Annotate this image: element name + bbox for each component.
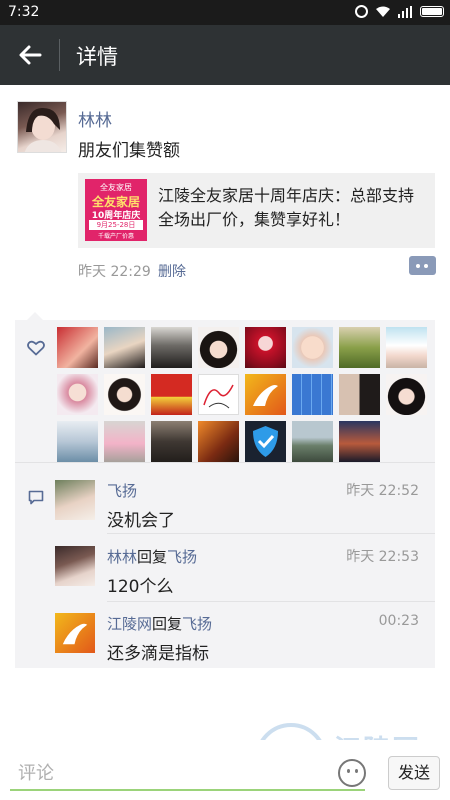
comment-author-line: 飞扬 xyxy=(107,480,137,501)
commenter-avatar[interactable] xyxy=(55,480,95,520)
signal-icon xyxy=(398,5,412,18)
liker-avatar[interactable] xyxy=(245,327,286,368)
liker-avatar[interactable] xyxy=(339,421,380,462)
reply-label: 回复 xyxy=(152,615,183,633)
liker-avatar[interactable] xyxy=(57,327,98,368)
post-text: 朋友们集赞额 xyxy=(78,141,180,161)
sketch-image xyxy=(203,384,234,409)
liker-avatar[interactable] xyxy=(151,421,192,462)
shared-link-card[interactable]: 全友家居 全友家居 10周年店庆 9月25-28日 千载产厂价惠 江陵全友家居十… xyxy=(78,173,435,248)
liker-avatar[interactable] xyxy=(245,374,286,415)
comment-author-line: 林林回复飞扬 xyxy=(107,546,197,567)
page-title: 详情 xyxy=(76,45,118,69)
likes-comments-panel: 飞扬 昨天 22:52 没机会了 林林回复飞扬 昨天 22:53 120个么 江… xyxy=(15,312,435,668)
comment-menu-button[interactable] xyxy=(409,256,436,275)
link-title: 江陵全友家居十周年店庆：总部支持全场出厂价，集赞享好礼！ xyxy=(158,186,415,229)
liker-avatar[interactable] xyxy=(292,374,333,415)
panel-divider xyxy=(15,462,435,463)
kangaroo-logo-icon xyxy=(62,623,88,645)
delete-link[interactable]: 删除 xyxy=(158,261,186,281)
post-author-avatar[interactable] xyxy=(17,101,67,153)
liker-avatar[interactable] xyxy=(339,374,380,415)
post-timestamp: 昨天 22:29 xyxy=(78,264,151,280)
liker-avatar[interactable] xyxy=(57,421,98,462)
liker-avatar[interactable] xyxy=(292,421,333,462)
comment-time: 昨天 22:52 xyxy=(346,483,419,499)
reply-target[interactable]: 飞扬 xyxy=(182,615,212,633)
comment-divider xyxy=(107,533,435,534)
dot-icon xyxy=(424,264,428,268)
liker-avatar[interactable] xyxy=(151,374,192,415)
liker-avatar[interactable] xyxy=(386,327,427,368)
portrait-image xyxy=(24,107,62,152)
comment-author[interactable]: 江陵网 xyxy=(107,615,152,633)
commenter-avatar[interactable] xyxy=(55,546,95,586)
thumb-footer: 千载产厂价惠 xyxy=(97,233,134,240)
send-button[interactable]: 发送 xyxy=(388,756,440,790)
liker-avatar[interactable] xyxy=(245,421,286,462)
link-thumbnail: 全友家居 全友家居 10周年店庆 9月25-28日 千载产厂价惠 xyxy=(85,179,147,241)
liker-avatar[interactable] xyxy=(104,421,145,462)
comment-text: 120个么 xyxy=(107,577,174,597)
liker-avatar[interactable] xyxy=(198,374,239,415)
liker-avatar[interactable] xyxy=(198,421,239,462)
comment-composer: 发送 xyxy=(0,740,450,800)
input-underline xyxy=(10,789,365,791)
wifi-icon xyxy=(376,6,390,17)
status-icons xyxy=(355,5,444,18)
status-time: 7:32 xyxy=(8,4,40,20)
comment-text: 还多滴是指标 xyxy=(107,644,209,664)
battery-icon xyxy=(420,6,444,17)
comment-item[interactable]: 飞扬 昨天 22:52 没机会了 xyxy=(55,480,429,540)
comment-item[interactable]: 林林回复飞扬 昨天 22:53 120个么 xyxy=(55,546,429,606)
thumb-brand-small: 全友家居 xyxy=(100,183,132,192)
comment-author[interactable]: 林林 xyxy=(107,548,137,566)
heart-icon xyxy=(27,340,45,356)
title-divider xyxy=(59,39,60,71)
thumb-dates: 9月25-28日 xyxy=(89,220,143,230)
status-bar: 7:32 xyxy=(0,0,450,25)
reply-label: 回复 xyxy=(137,548,168,566)
comment-time: 昨天 22:53 xyxy=(346,549,419,565)
liker-avatar[interactable] xyxy=(104,374,145,415)
alarm-icon xyxy=(355,5,368,18)
comment-author-line: 江陵网回复飞扬 xyxy=(107,613,212,634)
comment-text: 没机会了 xyxy=(107,511,175,531)
liker-avatar[interactable] xyxy=(198,327,239,368)
comment-time: 00:23 xyxy=(378,613,419,629)
comment-item[interactable]: 江陵网回复飞扬 00:23 还多滴是指标 xyxy=(55,613,429,664)
liker-avatar[interactable] xyxy=(104,327,145,368)
comment-author[interactable]: 飞扬 xyxy=(107,482,137,500)
comment-input[interactable] xyxy=(18,760,358,786)
liker-avatar[interactable] xyxy=(57,374,98,415)
dot-icon xyxy=(416,264,420,268)
commenter-avatar[interactable] xyxy=(55,613,95,653)
liker-avatar[interactable] xyxy=(292,327,333,368)
back-arrow-icon[interactable] xyxy=(16,41,44,69)
comment-divider xyxy=(107,601,435,602)
liker-avatar[interactable] xyxy=(151,327,192,368)
kangaroo-logo-icon xyxy=(253,385,278,406)
emoji-icon[interactable] xyxy=(338,759,366,787)
liker-avatar[interactable] xyxy=(339,327,380,368)
post-author-name[interactable]: 林林 xyxy=(78,106,112,131)
comment-bubble-icon xyxy=(28,490,44,505)
shield-icon xyxy=(253,426,278,457)
reply-target[interactable]: 飞扬 xyxy=(167,548,197,566)
title-bar: 详情 xyxy=(0,25,450,85)
liker-avatar[interactable] xyxy=(386,374,427,415)
